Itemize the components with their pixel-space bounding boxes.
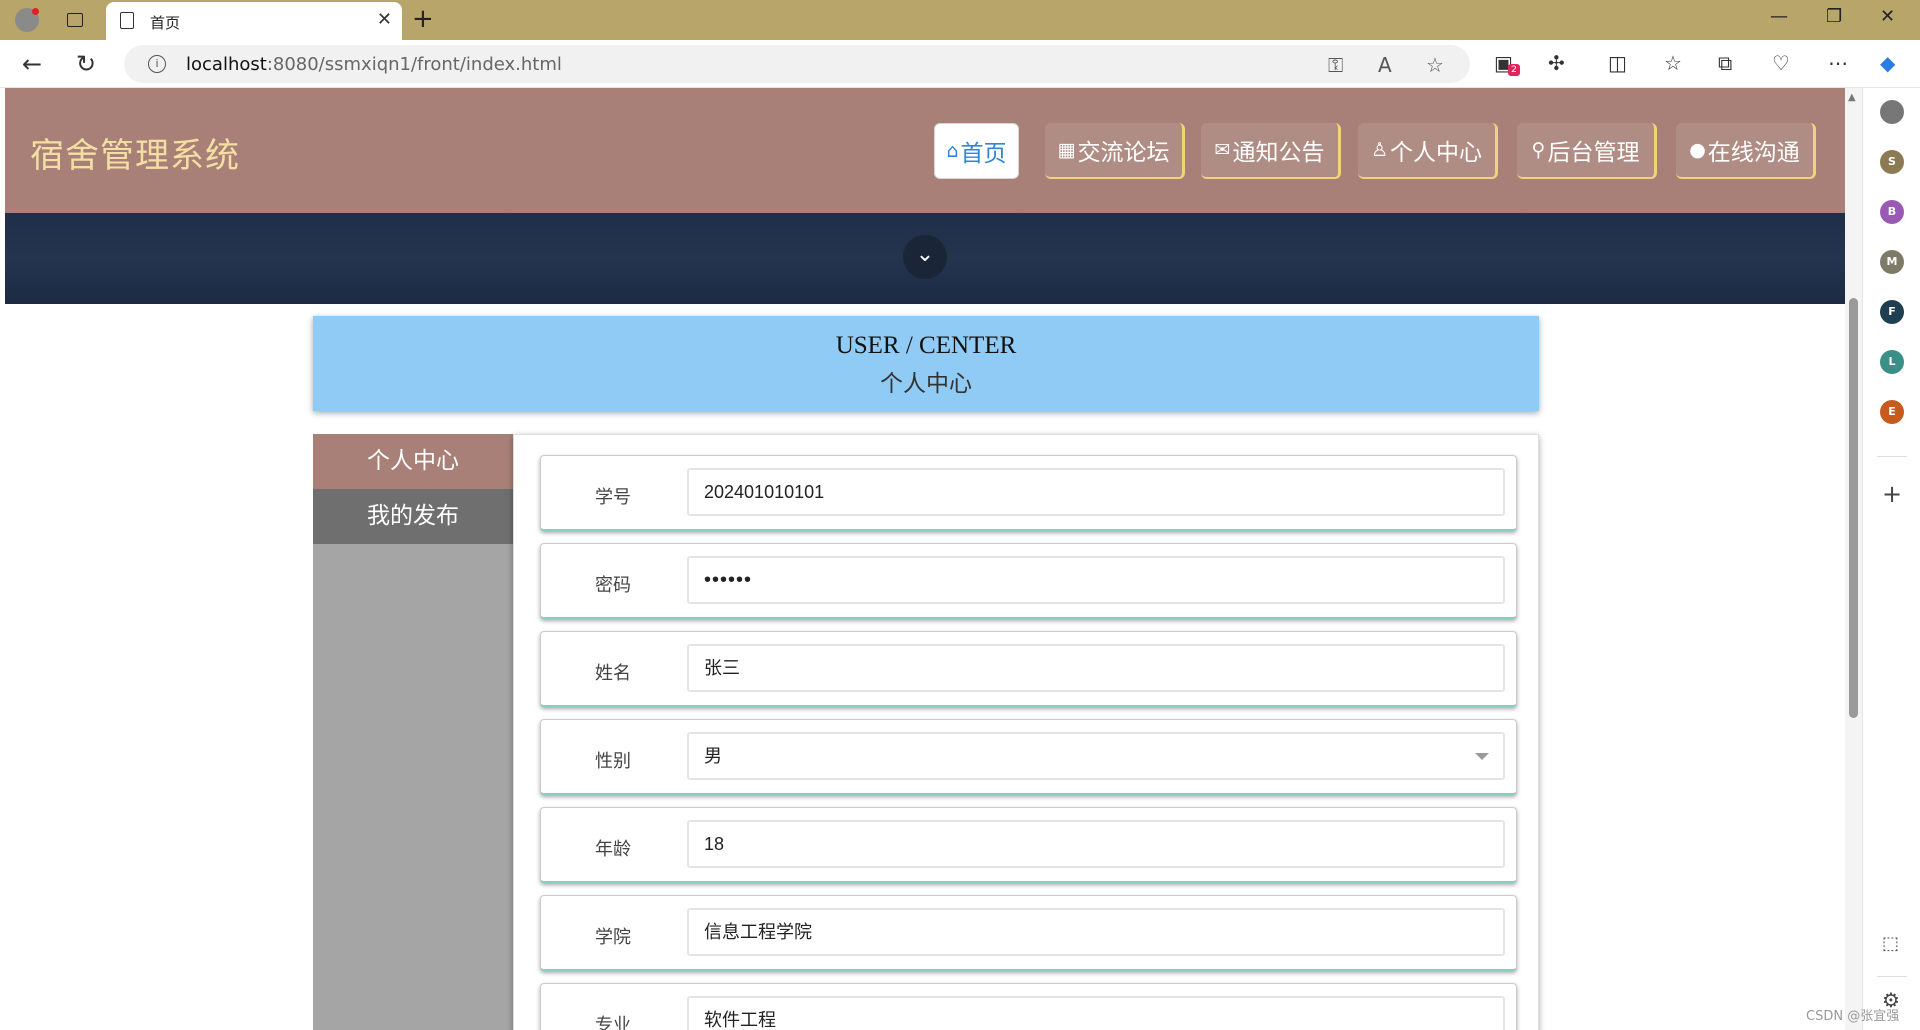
user-icon: ♙ <box>1370 139 1389 161</box>
profile-icon[interactable] <box>12 5 42 35</box>
form-row-student-id: 学号 202401010101 <box>540 455 1517 531</box>
read-aloud-icon[interactable]: A <box>1378 53 1392 77</box>
nav-user-center[interactable]: ♙ 个人中心 <box>1358 123 1498 179</box>
form-row-major: 专业 软件工程 <box>540 983 1517 1030</box>
scroll-up-icon[interactable]: ▲ <box>1848 92 1856 103</box>
more-options-icon[interactable]: ⋯ <box>1828 51 1848 75</box>
url-text[interactable]: localhost:8080/ssmxiqn1/front/index.html <box>186 54 562 75</box>
title-en: USER / CENTER <box>835 332 1017 359</box>
nav-notice[interactable]: ✉ 通知公告 <box>1201 123 1341 179</box>
site-info-icon[interactable]: i <box>148 55 166 73</box>
browser-tab-bar: 首页 ✕ + — ❐ ✕ <box>0 0 1920 40</box>
password-key-icon[interactable]: ⚿ <box>1328 53 1343 77</box>
form-row-gender: 性别 男 <box>540 719 1517 795</box>
watermark: CSDN @张宜强 <box>1806 1009 1900 1024</box>
password-input[interactable]: •••••• <box>687 556 1505 604</box>
tab-actions-icon[interactable] <box>60 5 90 35</box>
web-page: 宿舍管理系统 ⌂ 首页 ▦ 交流论坛 ✉ 通知公告 ♙ 个人中心 ⚲ 后台管理 ● 在线沟通… <box>5 88 1845 1030</box>
dropdown-caret-icon <box>1475 753 1489 760</box>
form-row-age: 年龄 18 <box>540 807 1517 883</box>
college-label: 学院 <box>595 927 631 948</box>
menu-item-my-posts[interactable]: 我的发布 <box>313 489 513 544</box>
extensions-icon[interactable]: ✣ <box>1548 51 1565 75</box>
address-bar[interactable]: i localhost:8080/ssmxiqn1/front/index.ht… <box>124 45 1470 83</box>
browser-toolbar: ← ↻ i localhost:8080/ssmxiqn1/front/inde… <box>0 40 1920 88</box>
sidebar-divider <box>1877 456 1907 457</box>
age-input[interactable]: 18 <box>687 820 1505 868</box>
sidebar-profile-b[interactable]: B <box>1880 200 1904 224</box>
section-title: USER / CENTER 个人中心 <box>313 316 1539 411</box>
refresh-icon[interactable]: ↻ <box>76 50 96 78</box>
browser-sidebar: S B M F L E + ⬚ ⚙ <box>1862 88 1920 1030</box>
sidebar-account-icon[interactable] <box>1880 100 1904 124</box>
left-menu: 个人中心 我的发布 <box>313 434 513 1030</box>
close-tab-icon[interactable]: ✕ <box>377 9 392 30</box>
new-tab-icon[interactable]: + <box>412 4 434 34</box>
back-icon[interactable]: ← <box>22 50 42 78</box>
profile-form: 学号 202401010101 密码 •••••• 姓名 张三 性别 男 年龄 … <box>513 434 1539 1030</box>
tab-title: 首页 <box>150 14 181 32</box>
name-input[interactable]: 张三 <box>687 644 1505 692</box>
sidebar-profile-f[interactable]: F <box>1880 300 1904 324</box>
form-row-password: 密码 •••••• <box>540 543 1517 619</box>
scrollbar-thumb[interactable] <box>1849 298 1858 718</box>
chat-icon: ● <box>1689 139 1706 161</box>
gender-select[interactable]: 男 <box>687 732 1505 780</box>
favorite-star-icon[interactable]: ☆ <box>1426 53 1444 77</box>
home-icon: ⌂ <box>946 140 959 162</box>
password-label: 密码 <box>595 575 631 596</box>
grid-icon: ▦ <box>1057 139 1076 161</box>
major-input[interactable]: 软件工程 <box>687 996 1505 1030</box>
window-close-icon[interactable]: ✕ <box>1880 6 1895 27</box>
site-header: 宿舍管理系统 ⌂ 首页 ▦ 交流论坛 ✉ 通知公告 ♙ 个人中心 ⚲ 后台管理 ● 在线沟通 <box>5 88 1845 213</box>
sidebar-add-icon[interactable]: + <box>1882 480 1902 508</box>
screenshot-icon[interactable]: ⬚ <box>1882 933 1899 954</box>
chevron-down-icon[interactable]: ⌄ <box>903 235 947 279</box>
extension-badge: 2 <box>1508 64 1520 76</box>
nav-forum[interactable]: ▦ 交流论坛 <box>1045 123 1185 179</box>
sidebar-profile-s[interactable]: S <box>1880 150 1904 174</box>
sidebar-profile-m[interactable]: M <box>1880 250 1904 274</box>
age-label: 年龄 <box>595 839 631 860</box>
page-scrollbar[interactable]: ▲ <box>1845 88 1862 1030</box>
gender-label: 性别 <box>595 751 631 772</box>
form-row-college: 学院 信息工程学院 <box>540 895 1517 971</box>
major-label: 专业 <box>595 1015 631 1030</box>
browser-tab-home[interactable]: 首页 ✕ <box>106 2 402 40</box>
link-icon: ⚲ <box>1531 139 1546 161</box>
student-id-label: 学号 <box>595 487 631 508</box>
minimize-icon[interactable]: — <box>1770 6 1788 27</box>
banner: ⌄ <box>5 213 1845 304</box>
sidebar-divider-bottom <box>1877 976 1907 977</box>
page-icon <box>120 12 134 29</box>
favorites-icon[interactable]: ☆ <box>1664 51 1682 75</box>
split-screen-icon[interactable]: ◫ <box>1608 51 1627 75</box>
name-label: 姓名 <box>595 663 631 684</box>
sidebar-profile-e[interactable]: E <box>1880 400 1904 424</box>
copilot-icon[interactable]: ◆ <box>1880 51 1895 75</box>
collections-icon[interactable]: ⧉ <box>1718 51 1732 75</box>
nav-chat[interactable]: ● 在线沟通 <box>1676 123 1816 179</box>
browser-essentials-icon[interactable]: ♡ <box>1772 51 1790 75</box>
restore-icon[interactable]: ❐ <box>1826 6 1842 27</box>
mail-icon: ✉ <box>1214 139 1231 161</box>
sidebar-profile-l[interactable]: L <box>1880 350 1904 374</box>
gender-value: 男 <box>704 746 722 766</box>
student-id-input[interactable]: 202401010101 <box>687 468 1505 516</box>
site-logo[interactable]: 宿舍管理系统 <box>30 128 240 177</box>
college-input[interactable]: 信息工程学院 <box>687 908 1505 956</box>
title-zh: 个人中心 <box>880 371 972 397</box>
form-row-name: 姓名 张三 <box>540 631 1517 707</box>
nav-admin[interactable]: ⚲ 后台管理 <box>1517 123 1657 179</box>
nav-home[interactable]: ⌂ 首页 <box>934 123 1019 179</box>
menu-item-user-center[interactable]: 个人中心 <box>313 434 513 489</box>
